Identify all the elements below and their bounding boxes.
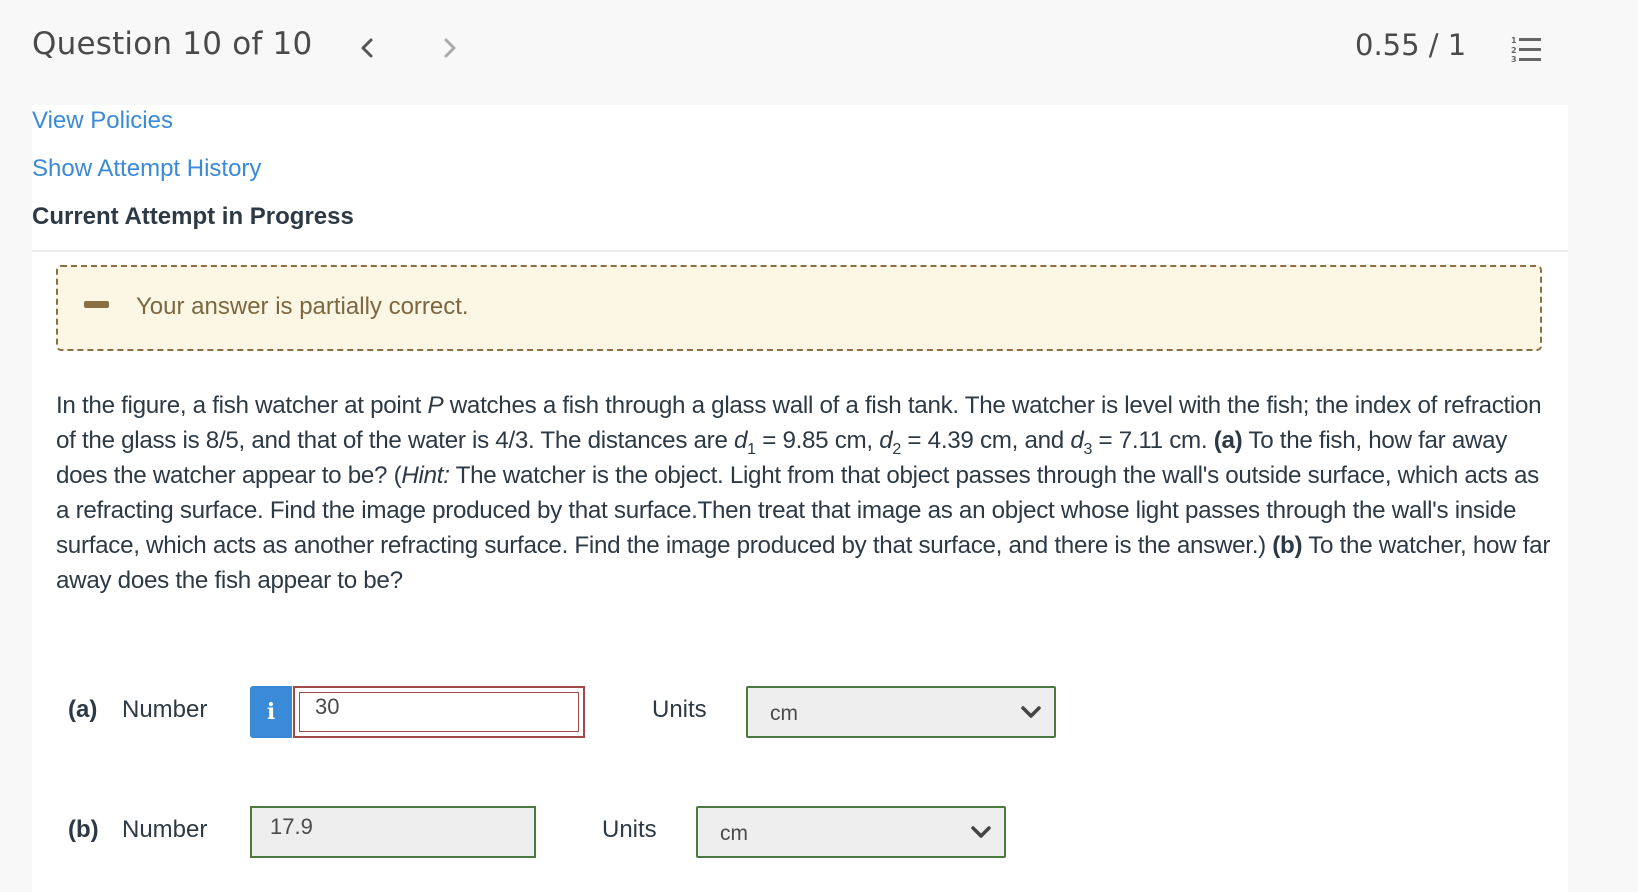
d1-subscript: 1 — [747, 440, 756, 458]
info-button[interactable]: i — [250, 686, 292, 738]
hint-label: Hint: — [401, 462, 450, 489]
d1-variable: d — [734, 427, 748, 454]
units-selected-value-a: cm — [770, 702, 798, 725]
part-b-label: (b) — [68, 816, 99, 843]
chevron-down-icon — [1021, 706, 1041, 718]
question-segment: = 4.39 cm, and — [901, 427, 1071, 454]
question-segment: = 7.11 cm. — [1092, 427, 1214, 454]
part-a-label: (a) — [68, 696, 98, 723]
units-select-b[interactable]: cm — [696, 806, 1006, 858]
info-icon: i — [266, 699, 276, 725]
number-input-b[interactable]: 17.9 — [250, 806, 536, 858]
svg-text:1: 1 — [1511, 36, 1517, 45]
question-text: In the figure, a fish watcher at point P… — [56, 388, 1556, 598]
next-question-button[interactable] — [435, 30, 465, 66]
part-b-marker: (b) — [1272, 532, 1303, 559]
point-p-variable: P — [427, 392, 444, 419]
units-label-a: Units — [652, 696, 707, 723]
partial-credit-icon — [84, 301, 109, 308]
svg-text:3: 3 — [1511, 55, 1517, 64]
score-display: 0.55 / 1 — [1355, 28, 1467, 62]
svg-text:2: 2 — [1511, 46, 1517, 55]
previous-question-button[interactable] — [352, 30, 382, 66]
question-title: Question 10 of 10 — [32, 26, 313, 62]
chevron-down-icon — [971, 826, 991, 838]
question-header: Question 10 of 10 0.55 / 1 1 2 3 — [0, 0, 1638, 100]
feedback-text: Your answer is partially correct. — [136, 293, 469, 320]
units-selected-value-b: cm — [720, 822, 748, 845]
question-segment: In the figure, a fish watcher at point — [56, 392, 428, 419]
part-a-marker: (a) — [1213, 427, 1243, 454]
show-attempt-history-link[interactable]: Show Attempt History — [32, 155, 261, 183]
units-select-a[interactable]: cm — [746, 686, 1056, 738]
question-panel: View Policies Show Attempt History Curre… — [32, 105, 1568, 892]
attempt-status-heading: Current Attempt in Progress — [32, 203, 354, 230]
question-segment: = 9.85 cm, — [755, 427, 880, 454]
feedback-banner: Your answer is partially correct. — [56, 265, 1542, 351]
number-input-a[interactable]: 30 — [293, 686, 585, 738]
chevron-left-icon — [361, 38, 373, 58]
number-label-b: Number — [122, 816, 208, 843]
view-policies-link[interactable]: View Policies — [32, 107, 173, 135]
d2-subscript: 2 — [892, 440, 901, 458]
d2-variable: d — [879, 427, 893, 454]
units-label-b: Units — [602, 816, 657, 843]
d3-variable: d — [1070, 427, 1084, 454]
numbered-list-icon: 1 2 3 — [1511, 36, 1541, 64]
d3-subscript: 3 — [1083, 440, 1093, 458]
chevron-right-icon — [444, 38, 456, 58]
section-divider — [32, 250, 1568, 252]
question-list-button[interactable]: 1 2 3 — [1510, 34, 1546, 64]
number-label-a: Number — [122, 696, 208, 723]
